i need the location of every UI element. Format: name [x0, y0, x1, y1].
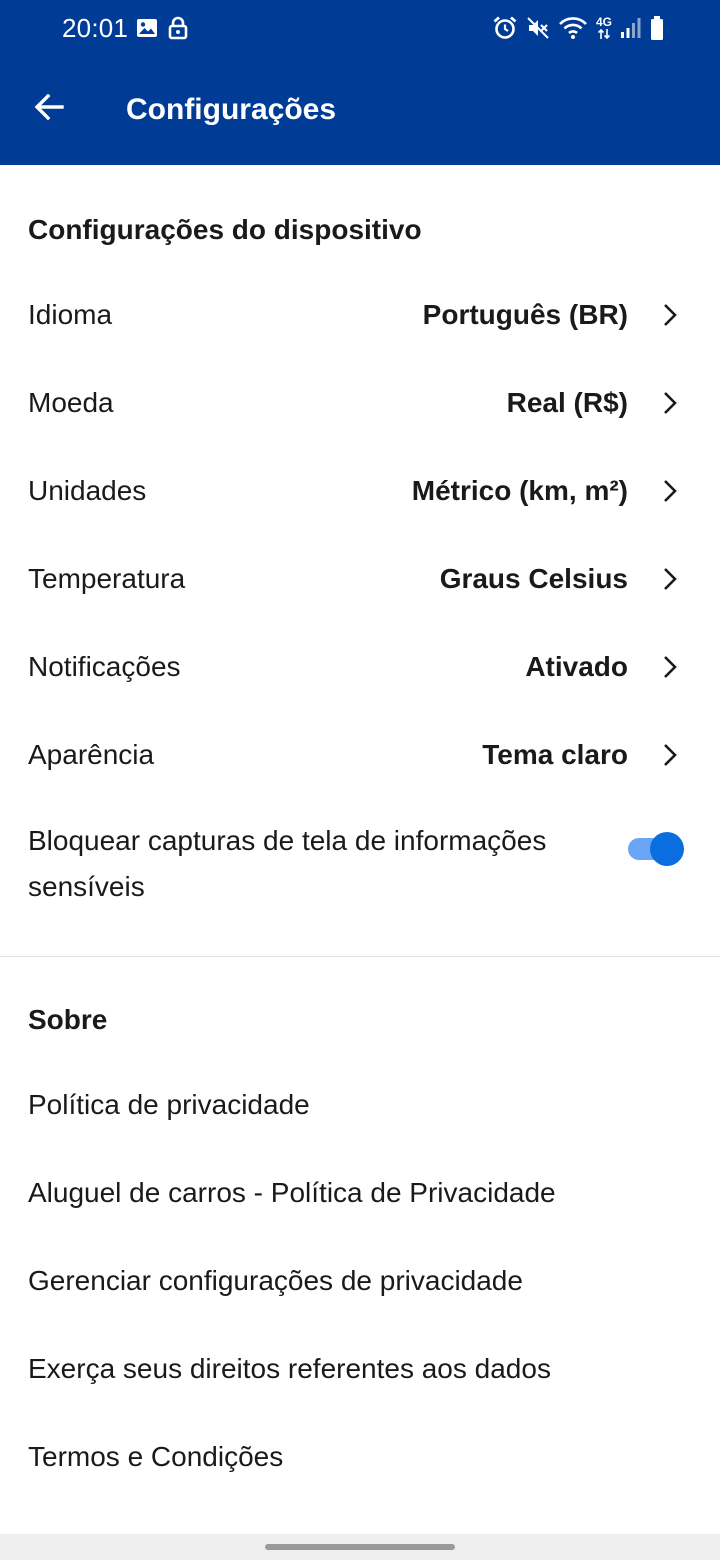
toolbar: Configurações	[0, 56, 720, 165]
chevron-right-icon	[658, 743, 682, 767]
setting-label: Aparência	[28, 739, 155, 770]
setting-value: Real (R$)	[506, 387, 628, 418]
about-header: Sobre	[28, 1004, 108, 1035]
home-gesture-handle[interactable]	[265, 1544, 455, 1550]
setting-label: Temperatura	[28, 563, 186, 594]
setting-label: Moeda	[28, 387, 114, 418]
link-label: Termos e Condições	[28, 1441, 284, 1472]
setting-row-appearance[interactable]: Aparência Tema claro	[0, 711, 720, 799]
setting-row-language[interactable]: Idioma Português (BR)	[0, 271, 720, 359]
link-terms-and-conditions[interactable]: Termos e Condições	[0, 1415, 720, 1503]
setting-value: Tema claro	[482, 739, 628, 770]
device-settings-header: Configurações do dispositivo	[28, 214, 422, 245]
app-bar: 20:01 4G Configurações	[0, 0, 720, 165]
setting-label: Idioma	[28, 299, 113, 330]
setting-row-notifications[interactable]: Notificações Ativado	[0, 623, 720, 711]
status-right-icons: 4G	[492, 12, 664, 44]
status-time: 20:01	[62, 13, 129, 43]
network-type-label: 4G	[595, 15, 612, 29]
chevron-right-icon	[658, 303, 682, 327]
link-data-rights[interactable]: Exerça seus direitos referentes aos dado…	[0, 1327, 720, 1415]
link-privacy-policy[interactable]: Política de privacidade	[0, 1063, 720, 1151]
page-title: Configurações	[126, 93, 337, 126]
link-car-rental-privacy-policy[interactable]: Aluguel de carros - Política de Privacid…	[0, 1151, 720, 1239]
link-label: Política de privacidade	[28, 1089, 310, 1120]
setting-row-currency[interactable]: Moeda Real (R$)	[0, 359, 720, 447]
back-button[interactable]	[22, 80, 76, 134]
arrow-left-icon	[34, 93, 64, 121]
mute-icon	[526, 16, 550, 40]
setting-value: Ativado	[525, 651, 628, 682]
chevron-right-icon	[658, 479, 682, 503]
setting-label: Unidades	[28, 475, 147, 506]
setting-row-units[interactable]: Unidades Métrico (km, m²)	[0, 447, 720, 535]
status-bar: 20:01 4G	[0, 0, 720, 56]
block-screenshots-label: Bloquear capturas de tela de informações…	[28, 825, 547, 902]
chevron-right-icon	[658, 655, 682, 679]
setting-row-temperature[interactable]: Temperatura Graus Celsius	[0, 535, 720, 623]
chevron-right-icon	[658, 391, 682, 415]
setting-value: Português (BR)	[422, 299, 628, 330]
toggle-thumb	[650, 832, 684, 866]
link-label: Gerenciar configurações de privacidade	[28, 1265, 523, 1296]
section-divider	[0, 956, 720, 957]
setting-row-block-screenshots: Bloquear capturas de tela de informações…	[0, 818, 720, 914]
link-manage-privacy-settings[interactable]: Gerenciar configurações de privacidade	[0, 1239, 720, 1327]
status-left-icons	[136, 14, 188, 42]
chevron-right-icon	[658, 567, 682, 591]
link-label: Exerça seus direitos referentes aos dado…	[28, 1353, 551, 1384]
setting-label: Notificações	[28, 651, 181, 682]
system-navigation-bar	[0, 1534, 720, 1560]
image-icon	[136, 18, 158, 38]
setting-value: Métrico (km, m²)	[411, 475, 628, 506]
lock-icon	[168, 16, 188, 40]
alarm-icon	[492, 15, 518, 41]
battery-icon	[650, 15, 664, 41]
link-label: Aluguel de carros - Política de Privacid…	[28, 1177, 556, 1208]
network-type-indicator: 4G	[596, 16, 612, 40]
wifi-icon	[558, 16, 588, 40]
block-screenshots-toggle[interactable]	[628, 832, 686, 866]
data-transfer-icon	[597, 28, 611, 40]
signal-icon	[620, 17, 642, 39]
setting-value: Graus Celsius	[439, 563, 628, 594]
